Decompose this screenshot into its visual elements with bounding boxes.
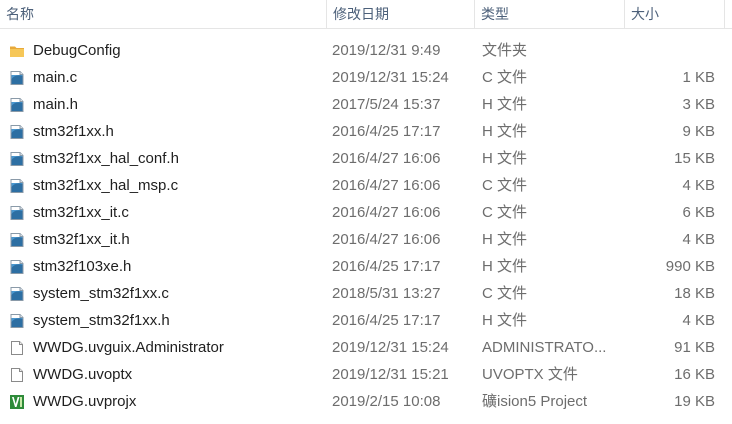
column-header-size-label: 大小: [631, 6, 659, 22]
file-modified-date: 2016/4/27 16:06: [332, 177, 441, 194]
c-source-file-icon: [9, 151, 25, 167]
file-size: 16 KB: [674, 366, 715, 383]
column-header-bar: 名称 ^ 修改日期 类型 大小: [0, 0, 732, 29]
file-modified-date: 2017/5/24 15:37: [332, 96, 441, 113]
file-type: C 文件: [482, 204, 528, 221]
file-row[interactable]: main.c 2019/12/31 15:24 C 文件 1 KB: [0, 64, 732, 91]
c-source-file-icon: [9, 97, 25, 113]
file-row[interactable]: system_stm32f1xx.c 2018/5/31 13:27 C 文件 18 …: [0, 280, 732, 307]
file-modified-date: 2016/4/27 16:06: [332, 231, 441, 248]
file-type: 礦ision5 Project: [482, 393, 588, 410]
file-row[interactable]: WWDG.uvprojx 2019/2/15 10:08 礦ision5 Proje…: [0, 388, 732, 415]
file-name[interactable]: main.c: [33, 64, 77, 91]
file-type: C 文件: [482, 285, 528, 302]
file-name[interactable]: main.h: [33, 91, 78, 118]
folder-row[interactable]: DebugConfig 2019/12/31 9:49 文件夹: [0, 37, 732, 64]
file-type: UVOPTX 文件: [482, 366, 578, 383]
folder-icon: [9, 43, 25, 59]
column-header-date-label: 修改日期: [333, 6, 389, 22]
file-type: H 文件: [482, 258, 528, 275]
file-size: 6 KB: [682, 204, 715, 221]
file-name[interactable]: stm32f1xx_it.c: [33, 199, 129, 226]
c-source-file-icon: [9, 124, 25, 140]
file-type: ADMINISTRATO...: [482, 339, 607, 356]
file-row[interactable]: stm32f1xx_it.c 2016/4/27 16:06 C 文件 6 KB: [0, 199, 732, 226]
file-modified-date: 2016/4/25 17:17: [332, 123, 441, 140]
file-size: 91 KB: [674, 339, 715, 356]
file-size: 1 KB: [682, 69, 715, 86]
file-name[interactable]: WWDG.uvoptx: [33, 361, 132, 388]
file-modified-date: 2019/12/31 15:24: [332, 69, 449, 86]
column-header-name[interactable]: 名称: [0, 0, 326, 28]
c-source-file-icon: [9, 259, 25, 275]
file-type: H 文件: [482, 96, 528, 113]
file-size: 3 KB: [682, 96, 715, 113]
file-type: H 文件: [482, 150, 528, 167]
file-modified-date: 2016/4/25 17:17: [332, 258, 441, 275]
file-type: C 文件: [482, 69, 528, 86]
file-modified-date: 2018/5/31 13:27: [332, 285, 441, 302]
file-size: 4 KB: [682, 231, 715, 248]
file-name[interactable]: system_stm32f1xx.h: [33, 307, 170, 334]
file-explorer: 名称 ^ 修改日期 类型 大小 DebugConfig 2019/12/31 9:…: [0, 0, 732, 424]
file-list: DebugConfig 2019/12/31 9:49 文件夹 main.c 2019/…: [0, 37, 732, 415]
file-size: 18 KB: [674, 285, 715, 302]
file-modified-date: 2019/12/31 9:49: [332, 42, 441, 59]
keil-project-icon: [9, 394, 25, 410]
file-size: 9 KB: [682, 123, 715, 140]
file-row[interactable]: WWDG.uvguix.Administrator 2019/12/31 15:2…: [0, 334, 732, 361]
file-row[interactable]: stm32f103xe.h 2016/4/25 17:17 H 文件 990 KB: [0, 253, 732, 280]
file-modified-date: 2016/4/27 16:06: [332, 204, 441, 221]
file-row[interactable]: stm32f1xx.h 2016/4/25 17:17 H 文件 9 KB: [0, 118, 732, 145]
file-type: H 文件: [482, 312, 528, 329]
c-source-file-icon: [9, 286, 25, 302]
column-header-type[interactable]: 类型: [475, 0, 624, 28]
column-header-name-label: 名称: [6, 6, 34, 22]
file-name[interactable]: stm32f1xx_hal_conf.h: [33, 145, 179, 172]
c-source-file-icon: [9, 232, 25, 248]
file-size: 990 KB: [665, 258, 715, 275]
file-modified-date: 2019/2/15 10:08: [332, 393, 441, 410]
file-row[interactable]: system_stm32f1xx.h 2016/4/25 17:17 H 文件 4 K…: [0, 307, 732, 334]
c-source-file-icon: [9, 313, 25, 329]
c-source-file-icon: [9, 70, 25, 86]
file-row[interactable]: stm32f1xx_hal_msp.c 2016/4/27 16:06 C 文件 4 …: [0, 172, 732, 199]
blank-file-icon: [9, 340, 25, 356]
file-type: H 文件: [482, 231, 528, 248]
file-row[interactable]: WWDG.uvoptx 2019/12/31 15:21 UVOPTX 文件 16 K…: [0, 361, 732, 388]
c-source-file-icon: [9, 178, 25, 194]
column-header-type-label: 类型: [481, 6, 509, 22]
sort-ascending-icon: ^: [156, 0, 166, 4]
file-name[interactable]: stm32f1xx_hal_msp.c: [33, 172, 178, 199]
file-size: 19 KB: [674, 393, 715, 410]
file-row[interactable]: main.h 2017/5/24 15:37 H 文件 3 KB: [0, 91, 732, 118]
file-type: C 文件: [482, 177, 528, 194]
blank-file-icon: [9, 367, 25, 383]
column-header-date[interactable]: 修改日期: [327, 0, 474, 28]
file-size: 4 KB: [682, 312, 715, 329]
file-row[interactable]: stm32f1xx_hal_conf.h 2016/4/27 16:06 H 文件 1…: [0, 145, 732, 172]
file-name[interactable]: WWDG.uvprojx: [33, 388, 136, 415]
file-row[interactable]: stm32f1xx_it.h 2016/4/27 16:06 H 文件 4 KB: [0, 226, 732, 253]
file-modified-date: 2016/4/27 16:06: [332, 150, 441, 167]
column-header-size[interactable]: 大小: [625, 0, 725, 28]
file-size: 4 KB: [682, 177, 715, 194]
file-modified-date: 2016/4/25 17:17: [332, 312, 441, 329]
file-name[interactable]: WWDG.uvguix.Administrator: [33, 334, 224, 361]
file-name[interactable]: system_stm32f1xx.c: [33, 280, 169, 307]
file-size: 15 KB: [674, 150, 715, 167]
file-modified-date: 2019/12/31 15:24: [332, 339, 449, 356]
file-type: H 文件: [482, 123, 528, 140]
file-name[interactable]: DebugConfig: [33, 37, 121, 64]
file-modified-date: 2019/12/31 15:21: [332, 366, 449, 383]
file-name[interactable]: stm32f1xx_it.h: [33, 226, 130, 253]
file-name[interactable]: stm32f1xx.h: [33, 118, 114, 145]
file-name[interactable]: stm32f103xe.h: [33, 253, 131, 280]
file-type: 文件夹: [482, 42, 528, 59]
c-source-file-icon: [9, 205, 25, 221]
column-divider[interactable]: [724, 0, 725, 28]
